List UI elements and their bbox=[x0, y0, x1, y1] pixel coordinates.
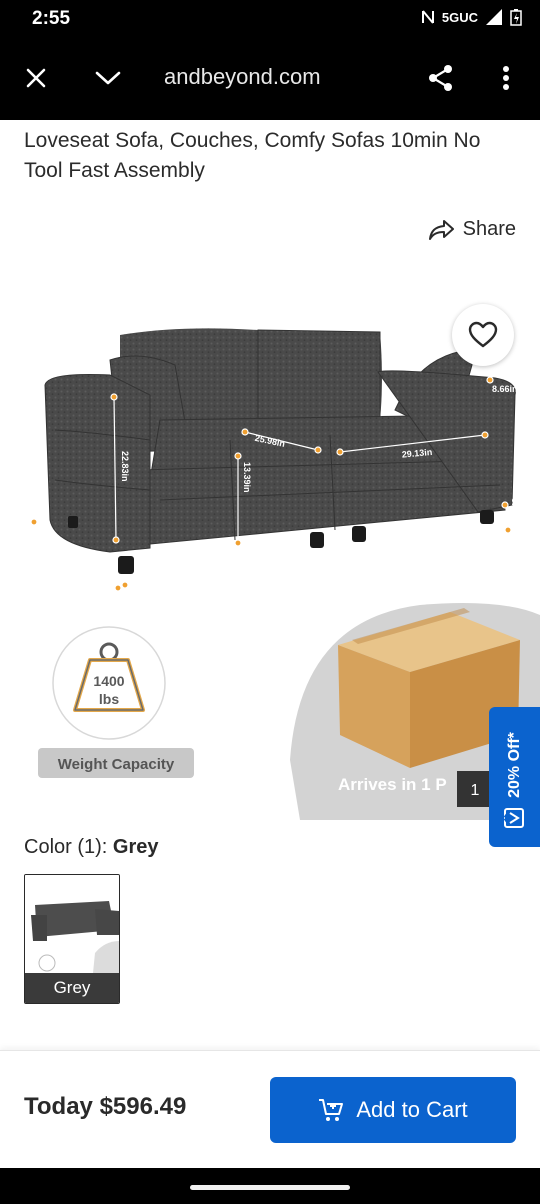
share-icon[interactable] bbox=[425, 62, 457, 94]
arrives-text: Arrives in 1 P bbox=[338, 775, 447, 794]
close-icon[interactable] bbox=[20, 62, 52, 94]
dim-depth: 34.25in bbox=[57, 545, 87, 572]
url-text[interactable]: andbeyond.com bbox=[164, 64, 321, 90]
swatch-label: Grey bbox=[25, 973, 119, 1003]
dim-arm-height: 8.66in bbox=[492, 384, 518, 394]
dim-back-height: 22.83in bbox=[120, 451, 130, 482]
color-label: Color (1): Grey bbox=[24, 836, 159, 858]
status-time: 2:55 bbox=[32, 8, 71, 29]
purchase-bar: Today $596.49 Add to Cart bbox=[0, 1050, 540, 1169]
dim-leg-height: 3.54in bbox=[510, 498, 520, 524]
share-arrow-icon bbox=[428, 219, 454, 240]
weight-value: 1400 bbox=[93, 673, 124, 689]
dim-width: 75.98in bbox=[311, 557, 343, 571]
signal-icon bbox=[486, 9, 502, 25]
browser-toolbar: andbeyond.com bbox=[0, 36, 540, 120]
battery-icon bbox=[510, 9, 522, 26]
price: Today $596.49 bbox=[24, 1093, 187, 1120]
chevron-down-icon[interactable] bbox=[92, 62, 124, 94]
wishlist-button[interactable] bbox=[452, 304, 514, 366]
network-label: 5GUC bbox=[441, 9, 478, 25]
color-swatch-grey[interactable]: Grey bbox=[24, 874, 120, 1004]
dim-seat-height: 13.39in bbox=[242, 462, 252, 493]
more-vert-icon[interactable] bbox=[490, 62, 522, 94]
promo-label: 20% Off* bbox=[505, 732, 523, 798]
system-nav-bar bbox=[0, 1168, 540, 1204]
product-title: Loveseat Sofa, Couches, Comfy Sofas 10mi… bbox=[24, 129, 481, 182]
add-to-cart-button[interactable]: Add to Cart bbox=[270, 1077, 516, 1143]
color-value: Grey bbox=[112, 836, 159, 858]
product-image[interactable]: 34.25in 75.98in 22.83in 13.39in 25.98in … bbox=[0, 285, 540, 820]
share-button[interactable]: Share bbox=[428, 218, 516, 241]
share-label: Share bbox=[462, 218, 516, 240]
status-bar: 2:55 5GUC bbox=[0, 0, 540, 36]
nfc-icon bbox=[421, 10, 434, 24]
carousel-index: 1 bbox=[471, 782, 480, 799]
swatch-thumbnail bbox=[25, 875, 119, 973]
home-gesture-handle[interactable] bbox=[190, 1185, 350, 1190]
heart-icon bbox=[468, 321, 498, 348]
add-to-cart-label: Add to Cart bbox=[356, 1097, 468, 1122]
cart-icon bbox=[319, 1099, 344, 1121]
weight-unit: lbs bbox=[99, 691, 119, 707]
weight-capacity-caption: Weight Capacity bbox=[58, 756, 175, 773]
promo-tab[interactable]: 20% Off* bbox=[489, 707, 540, 847]
coupon-icon bbox=[503, 808, 524, 828]
